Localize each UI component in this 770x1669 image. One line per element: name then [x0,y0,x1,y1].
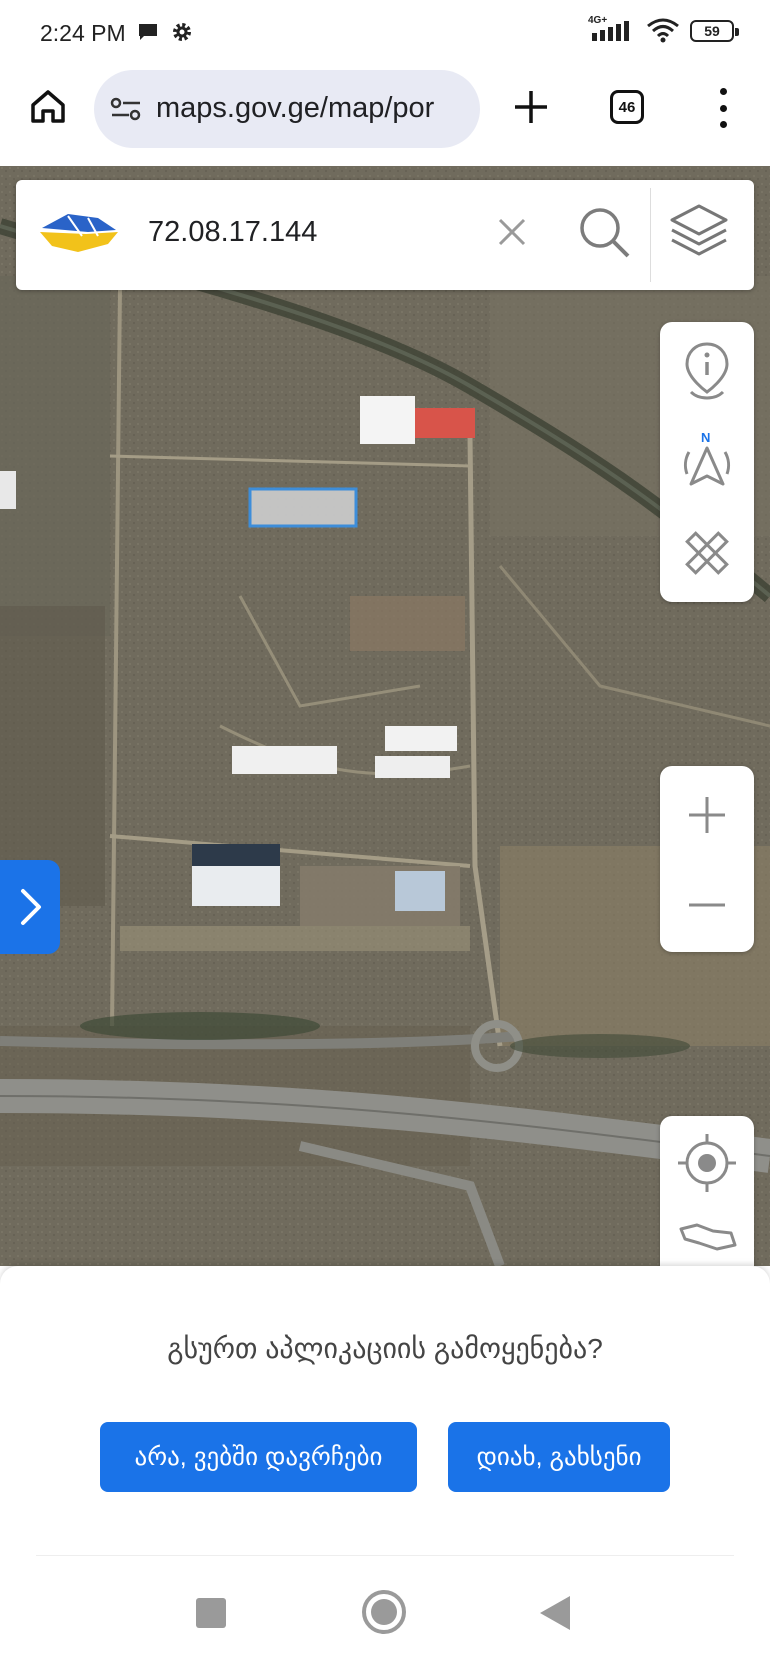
layers-icon[interactable] [668,202,730,262]
site-settings-icon[interactable] [110,96,142,122]
measure-tools-button[interactable] [660,510,754,596]
tab-count: 46 [618,98,636,116]
compass-button[interactable]: N [660,420,754,506]
new-tab-icon[interactable] [510,86,552,128]
battery-level: 59 [704,23,720,39]
zoom-panel [660,766,754,952]
satellite-map[interactable] [0,166,770,1266]
home-nav-button[interactable] [362,1590,406,1634]
svg-text:N: N [701,430,710,445]
info-button[interactable] [660,328,754,414]
system-nav-bar [0,1556,770,1669]
ruler-pencil-icon [685,531,729,575]
address-bar[interactable]: maps.gov.ge/map/por [94,70,480,148]
compass-north-icon: N [683,430,731,486]
napr-logo-icon [40,214,118,252]
plus-icon [689,797,725,833]
selected-parcel[interactable] [248,487,358,528]
status-bar: 2:24 PM 4G+ 59 [0,0,770,66]
search-input[interactable]: 72.08.17.144 [148,216,317,249]
stay-in-web-button[interactable]: არა, ვებში დავრჩები [100,1422,417,1492]
menu-dot [719,104,727,112]
map-search-bar: 72.08.17.144 [16,180,754,290]
crosshair-icon [678,1134,736,1192]
satellite-imagery [0,166,770,1266]
menu-dot [719,88,727,95]
gear-icon [173,23,191,41]
browser-menu-button[interactable] [712,88,734,128]
browser-toolbar: maps.gov.ge/map/por 46 [0,66,770,166]
open-app-dialog: გსურთ აპლიკაციის გამოყენება? არა, ვებში … [0,1266,770,1556]
url-text[interactable]: maps.gov.ge/map/por [156,92,434,125]
my-location-button[interactable] [660,1120,754,1206]
info-pin-icon [685,342,729,400]
clear-icon[interactable] [494,214,530,250]
minus-icon [689,903,725,907]
chevron-right-icon [21,889,41,925]
open-app-button[interactable]: დიახ, გახსენი [448,1422,670,1492]
battery-icon: 59 [690,20,739,42]
back-button[interactable] [540,1596,570,1630]
zoom-in-button[interactable] [660,772,754,858]
zoom-out-button[interactable] [660,862,754,948]
signal-icon: 4G+ [588,15,636,43]
home-button[interactable] [28,86,68,126]
home-icon [31,90,65,123]
georgia-map-icon [679,1223,737,1251]
tab-switcher-button[interactable]: 46 [610,90,644,124]
menu-dot [719,121,727,128]
chat-bubble-icon [139,24,157,40]
search-divider [650,188,651,282]
dialog-question: გსურთ აპლიკაციის გამოყენება? [167,1333,603,1364]
map-tools-panel: N [660,322,754,602]
status-time: 2:24 PM [40,20,126,46]
sidebar-toggle-button[interactable] [0,860,60,954]
recents-button[interactable] [196,1598,226,1628]
wifi-icon [647,18,679,43]
search-icon[interactable] [576,204,632,260]
